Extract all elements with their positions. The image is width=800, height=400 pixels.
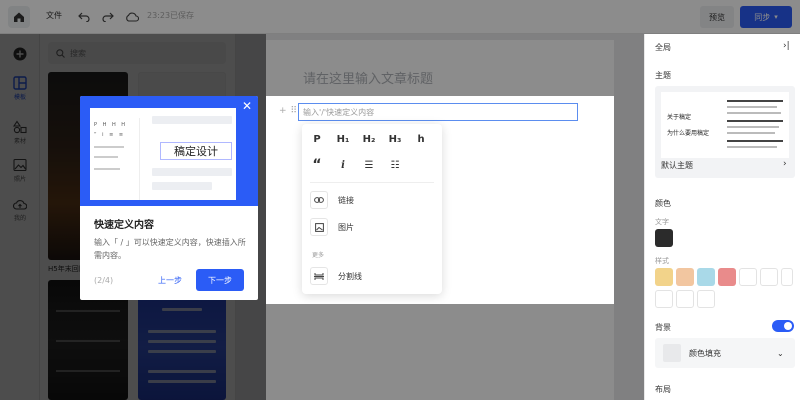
theme-name: 默认主题 bbox=[661, 161, 693, 170]
style-swatch[interactable] bbox=[697, 268, 715, 286]
format-ordered-list[interactable]: ☷ bbox=[386, 156, 404, 174]
format-h4[interactable]: h bbox=[412, 130, 430, 148]
background-fill-label: 颜色填充 bbox=[689, 348, 721, 358]
format-bullet-list[interactable]: ☰ bbox=[360, 156, 378, 174]
slash-command-menu: P H₁ H₂ H₃ h “ i ☰ ☷ 链接 图片 更多 分割线 bbox=[302, 124, 442, 294]
save-status: 23:23已保存 bbox=[147, 11, 195, 20]
format-h3[interactable]: H₃ bbox=[386, 130, 404, 148]
format-italic[interactable]: i bbox=[334, 156, 352, 174]
drag-handle-icon[interactable]: ⠿ bbox=[291, 106, 298, 116]
format-h1[interactable]: H₁ bbox=[334, 130, 352, 148]
chevron-down-icon: ⌄ bbox=[777, 348, 784, 358]
background-toggle[interactable] bbox=[772, 320, 794, 332]
illustration-title: 稿定设计 bbox=[160, 142, 232, 160]
menu-item-label: 分割线 bbox=[338, 271, 362, 281]
style-swatch[interactable] bbox=[676, 268, 694, 286]
menu-divider bbox=[310, 182, 434, 183]
text-color-swatch[interactable] bbox=[655, 229, 673, 247]
tour-next-button[interactable]: 下一步 bbox=[196, 269, 244, 291]
image-icon bbox=[310, 218, 328, 236]
tour-description: 输入「 / 」可以快速定义内容，快速插入所需内容。 bbox=[94, 238, 246, 260]
redo-icon[interactable] bbox=[100, 9, 116, 25]
collapse-panel-icon[interactable]: ›| bbox=[783, 41, 790, 51]
home-button[interactable] bbox=[8, 6, 30, 28]
divider-icon bbox=[310, 267, 328, 285]
style-color-label: 样式 bbox=[655, 257, 669, 265]
menu-item-divider[interactable]: 分割线 bbox=[310, 266, 434, 286]
illustration-card: P H H H “ i ≡ ≡ 稿定设计 bbox=[90, 108, 236, 200]
cloud-icon bbox=[124, 9, 140, 25]
theme-preview-title2: 为什么要用稿定 bbox=[667, 130, 710, 137]
top-bar: 文件 23:23已保存 预览 同步 ▾ bbox=[0, 0, 800, 34]
theme-card[interactable]: 关于稿定 为什么要用稿定 默认主题 › bbox=[655, 86, 795, 178]
style-swatch-empty[interactable] bbox=[760, 268, 778, 286]
undo-icon[interactable] bbox=[76, 9, 92, 25]
line-placeholder: 输入'/'快速定义内容 bbox=[303, 107, 375, 117]
tour-title: 快速定义内容 bbox=[94, 220, 154, 231]
format-paragraph[interactable]: P bbox=[308, 130, 326, 148]
menu-item-link[interactable]: 链接 bbox=[310, 190, 434, 210]
tour-prev-button[interactable]: 上一步 bbox=[158, 275, 182, 286]
sync-button[interactable]: 同步 ▾ bbox=[740, 6, 792, 28]
style-swatch-empty[interactable] bbox=[655, 290, 673, 308]
sync-label: 同步 bbox=[754, 12, 771, 22]
style-swatch-empty[interactable] bbox=[739, 268, 757, 286]
theme-preview-title1: 关于稿定 bbox=[667, 114, 692, 121]
tour-illustration: P H H H “ i ≡ ≡ 稿定设计 ✕ bbox=[80, 96, 258, 206]
style-swatch-empty[interactable] bbox=[676, 290, 694, 308]
menu-section-more: 更多 bbox=[312, 252, 325, 259]
section-layout: 布局 bbox=[655, 385, 671, 394]
style-swatch[interactable] bbox=[655, 268, 673, 286]
menu-item-label: 链接 bbox=[338, 195, 354, 205]
menu-item-label: 图片 bbox=[338, 222, 354, 232]
style-swatch-empty[interactable] bbox=[781, 268, 793, 286]
text-color-label: 文字 bbox=[655, 218, 669, 226]
section-global: 全局 bbox=[655, 43, 671, 52]
link-icon bbox=[310, 191, 328, 209]
home-icon bbox=[14, 12, 24, 22]
format-h2[interactable]: H₂ bbox=[360, 130, 378, 148]
editor-line-input[interactable]: 输入'/'快速定义内容 bbox=[298, 103, 578, 121]
fill-preview bbox=[663, 344, 681, 362]
format-quote[interactable]: “ bbox=[308, 156, 326, 174]
style-swatch-empty[interactable] bbox=[697, 290, 715, 308]
block-tools: + ⠿ bbox=[279, 106, 297, 116]
section-background: 背景 bbox=[655, 323, 671, 332]
section-color: 颜色 bbox=[655, 199, 671, 208]
add-block-icon[interactable]: + bbox=[279, 106, 287, 116]
style-swatch[interactable] bbox=[718, 268, 736, 286]
file-menu[interactable]: 文件 bbox=[46, 10, 62, 21]
preview-button[interactable]: 预览 bbox=[700, 6, 734, 28]
tour-step-counter: (2/4) bbox=[94, 276, 114, 285]
section-theme: 主题 bbox=[655, 71, 671, 80]
background-fill-select[interactable]: 颜色填充 ⌄ bbox=[655, 338, 795, 368]
menu-item-image[interactable]: 图片 bbox=[310, 217, 434, 237]
article-title-input[interactable]: 请在这里输入文章标题 bbox=[303, 68, 433, 87]
chevron-right-icon: › bbox=[783, 159, 787, 169]
chevron-down-icon: ▾ bbox=[774, 13, 778, 21]
close-icon[interactable]: ✕ bbox=[240, 99, 254, 113]
right-panel: 全局 ›| 主题 关于稿定 为什么要用稿定 默认主题 › 颜色 文字 样式 背景… bbox=[644, 34, 800, 400]
